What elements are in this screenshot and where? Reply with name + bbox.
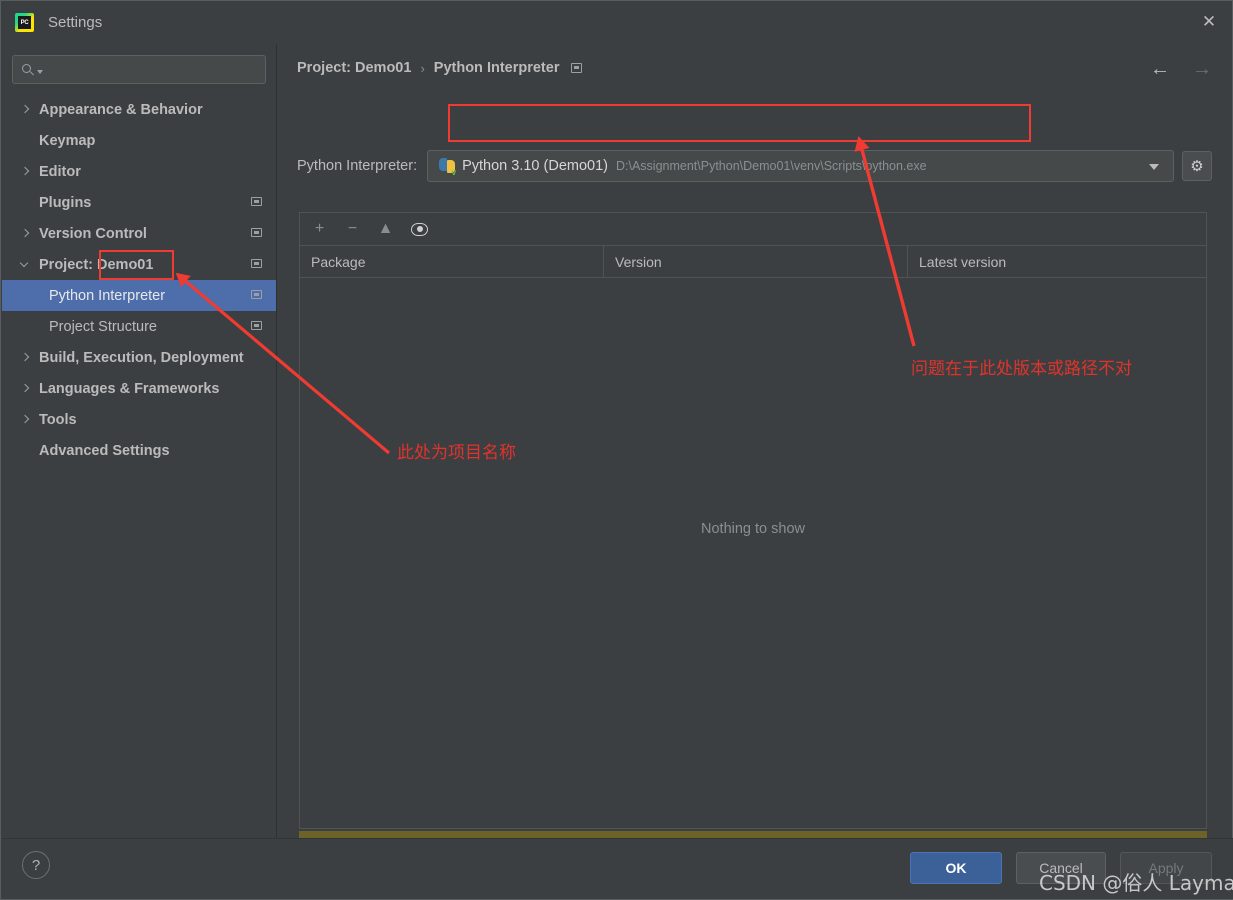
interpreter-row: Python Interpreter: v Python 3.10 (Demo0… [297, 149, 1212, 183]
empty-state-text: Nothing to show [701, 521, 805, 537]
sidebar-item-label: Tools [39, 411, 77, 428]
sidebar-item-plugins[interactable]: Plugins [2, 187, 276, 218]
chevron-right-icon[interactable] [20, 383, 31, 394]
annotation-interpreter-note: 问题在于此处版本或路径不对 [911, 359, 1132, 379]
sidebar-item-label: Appearance & Behavior [39, 101, 203, 118]
sidebar-item-label: Project: Demo01 [39, 256, 154, 273]
chevron-right-icon[interactable] [20, 228, 31, 239]
settings-sidebar: Appearance & Behavior Keymap Editor Plugins… [2, 44, 277, 838]
venv-badge-label: v [451, 167, 457, 177]
ok-button[interactable]: OK [910, 852, 1002, 884]
sidebar-item-editor[interactable]: Editor [2, 156, 276, 187]
packages-toolbar: + − ▲ [300, 213, 1206, 246]
sidebar-item-languages-frameworks[interactable]: Languages & Frameworks [2, 373, 276, 404]
settings-dialog: PC Settings ✕ Appearance & Behavior Keyma… [0, 0, 1233, 900]
back-arrow-icon[interactable]: ← [1150, 59, 1170, 79]
plus-icon[interactable]: + [312, 221, 327, 237]
copy-settings-icon[interactable] [251, 259, 262, 268]
column-header-version[interactable]: Version [604, 246, 908, 277]
eye-icon[interactable] [411, 222, 428, 236]
chevron-right-icon[interactable] [20, 104, 31, 115]
search-icon [22, 63, 36, 77]
copy-settings-icon[interactable] [571, 63, 583, 73]
interpreter-path: D:\Assignment\Python\Demo01\venv\Scripts… [615, 159, 927, 173]
chevron-right-icon[interactable] [20, 414, 31, 425]
sidebar-item-label: Python Interpreter [49, 287, 166, 304]
interpreter-combobox[interactable]: v Python 3.10 (Demo01) D:\Assignment\Pyt… [427, 150, 1174, 182]
sidebar-item-label: Build, Execution, Deployment [39, 349, 244, 366]
sidebar-item-python-interpreter[interactable]: Python Interpreter [2, 280, 276, 311]
chevron-right-icon[interactable] [20, 166, 31, 177]
copy-settings-icon[interactable] [251, 197, 262, 206]
pycharm-icon: PC [15, 13, 34, 32]
chevron-down-icon[interactable] [19, 258, 31, 270]
sidebar-item-project-demo01[interactable]: Project: Demo01 [2, 249, 276, 280]
breadcrumb-project[interactable]: Project: Demo01 [297, 60, 411, 76]
sidebar-item-advanced-settings[interactable]: Advanced Settings [2, 435, 276, 466]
python-logo-icon: v [438, 157, 457, 177]
title-bar: PC Settings ✕ [1, 1, 1232, 44]
forward-arrow-icon[interactable]: → [1192, 59, 1212, 79]
navigation-arrows: ← → [1150, 59, 1212, 79]
breadcrumb-page: Python Interpreter [433, 60, 560, 76]
pycharm-icon-label: PC [18, 16, 31, 29]
help-icon[interactable]: ? [22, 851, 50, 879]
chevron-down-icon[interactable] [1149, 164, 1159, 170]
sidebar-item-keymap[interactable]: Keymap [2, 125, 276, 156]
copy-settings-icon[interactable] [251, 228, 262, 237]
column-header-latest-version[interactable]: Latest version [908, 246, 1206, 277]
watermark: CSDN @俗人 Layman [1039, 871, 1233, 895]
interpreter-name: Python 3.10 (Demo01) [462, 158, 608, 174]
sidebar-item-label: Version Control [39, 225, 147, 242]
sidebar-item-label: Editor [39, 163, 81, 180]
gear-icon[interactable]: ⚙ [1182, 151, 1212, 181]
sidebar-item-version-control[interactable]: Version Control [2, 218, 276, 249]
annotation-project-note: 此处为项目名称 [397, 443, 516, 463]
sidebar-item-label: Project Structure [49, 318, 157, 335]
triangle-up-icon[interactable]: ▲ [378, 221, 394, 237]
search-box[interactable] [12, 55, 266, 84]
breadcrumb-separator: › [420, 60, 425, 76]
sidebar-item-label: Languages & Frameworks [39, 380, 220, 397]
sidebar-item-label: Plugins [39, 194, 92, 211]
settings-tree: Appearance & Behavior Keymap Editor Plugins… [2, 94, 276, 466]
sidebar-item-appearance-behavior[interactable]: Appearance & Behavior [2, 94, 276, 125]
packages-panel: + − ▲ Package Version Latest version Not… [299, 212, 1207, 829]
window-title: Settings [48, 14, 103, 31]
sidebar-item-label: Advanced Settings [39, 442, 170, 459]
chevron-right-icon[interactable] [20, 352, 31, 363]
packages-table-header: Package Version Latest version [300, 246, 1206, 278]
interpreter-label: Python Interpreter: [297, 158, 418, 174]
column-header-package[interactable]: Package [300, 246, 604, 277]
search-input[interactable] [43, 62, 265, 77]
sidebar-item-label: Keymap [39, 132, 96, 149]
close-icon[interactable]: ✕ [1186, 1, 1232, 43]
sidebar-item-tools[interactable]: Tools [2, 404, 276, 435]
sidebar-item-build-execution-deployment[interactable]: Build, Execution, Deployment [2, 342, 276, 373]
minus-icon[interactable]: − [345, 221, 360, 237]
copy-settings-icon[interactable] [251, 321, 262, 330]
copy-settings-icon[interactable] [251, 290, 262, 299]
breadcrumb: Project: Demo01 › Python Interpreter [297, 60, 583, 76]
sidebar-item-project-structure[interactable]: Project Structure [2, 311, 276, 342]
